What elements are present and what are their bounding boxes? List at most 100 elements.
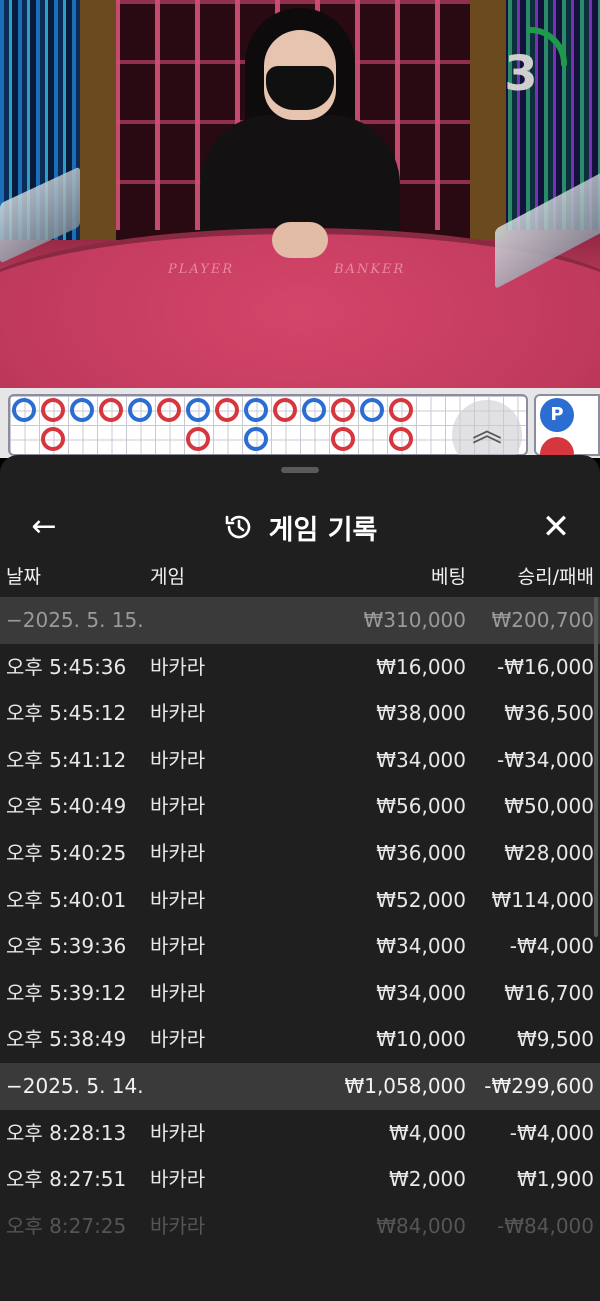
row-date: 오후 5:39:36 xyxy=(6,934,127,959)
player-bead xyxy=(360,398,384,422)
dealer-hands xyxy=(272,222,328,258)
row-bet: ₩16,000 xyxy=(376,654,466,679)
history-row[interactable]: 오후 8:28:13 바카라 ₩4,000 -₩4,000 xyxy=(0,1110,600,1157)
row-date: −2025. 5. 15. xyxy=(6,608,144,632)
sheet-title: 게임 기록 xyxy=(268,514,378,546)
row-bet: ₩34,000 xyxy=(376,934,466,959)
row-result: ₩9,500 xyxy=(516,1027,594,1052)
row-date: 오후 5:45:12 xyxy=(6,701,127,726)
row-result: -₩84,000 xyxy=(497,1213,594,1238)
row-bet: ₩52,000 xyxy=(376,887,466,912)
title-group: 게임 기록 xyxy=(0,507,600,547)
banker-bead xyxy=(389,398,413,422)
history-row[interactable]: 오후 5:38:49 바카라 ₩10,000 ₩9,500 xyxy=(0,1016,600,1063)
column-header-bet: 베팅 xyxy=(431,566,466,588)
row-date: 오후 5:40:49 xyxy=(6,794,127,819)
player-bead xyxy=(244,398,268,422)
column-header-date: 날짜 xyxy=(6,566,41,588)
player-prediction-button[interactable]: P xyxy=(540,398,574,432)
row-game: 바카라 xyxy=(150,1027,206,1052)
row-game: 바카라 xyxy=(150,840,206,865)
date-group-row[interactable]: −2025. 5. 14. ₩1,058,000 -₩299,600 xyxy=(0,1062,600,1110)
banker-bead xyxy=(331,427,355,451)
row-result: -₩4,000 xyxy=(509,1120,594,1145)
bead-road[interactable] xyxy=(8,394,528,456)
scrollbar[interactable] xyxy=(594,597,598,937)
player-bead xyxy=(128,398,152,422)
row-bet: ₩10,000 xyxy=(376,1027,466,1052)
row-result: -₩4,000 xyxy=(509,934,594,959)
row-result: -₩34,000 xyxy=(497,747,594,772)
close-button[interactable]: ✕ xyxy=(536,507,576,547)
row-game: 바카라 xyxy=(150,654,206,679)
player-bead xyxy=(12,398,36,422)
row-game: 바카라 xyxy=(150,980,206,1005)
history-row[interactable]: 오후 5:40:01 바카라 ₩52,000 ₩114,000 xyxy=(0,877,600,924)
row-game: 바카라 xyxy=(150,1120,206,1145)
row-date: 오후 8:27:25 xyxy=(6,1213,127,1238)
banker-bead xyxy=(215,398,239,422)
row-result: ₩36,500 xyxy=(504,701,594,726)
player-bead xyxy=(244,427,268,451)
row-result: -₩299,600 xyxy=(484,1073,594,1098)
row-date: 오후 5:38:49 xyxy=(6,1027,127,1052)
row-bet: ₩1,058,000 xyxy=(344,1073,466,1098)
column-header-game: 게임 xyxy=(150,566,185,588)
date-group-row[interactable]: −2025. 5. 15. ₩310,000 ₩200,700 xyxy=(0,597,600,644)
history-row[interactable]: 오후 8:27:25 바카라 ₩84,000 -₩84,000 xyxy=(0,1203,600,1250)
dealer-mask xyxy=(266,66,334,110)
row-date: 오후 5:40:25 xyxy=(6,840,127,865)
backdrop-frame-left xyxy=(80,0,116,240)
player-bead xyxy=(70,398,94,422)
live-video: PLAYER BANKER 3 xyxy=(0,0,600,388)
row-result: ₩1,900 xyxy=(516,1167,594,1192)
banker-bead xyxy=(41,398,65,422)
history-row[interactable]: 오후 8:27:51 바카라 ₩2,000 ₩1,900 xyxy=(0,1156,600,1203)
row-bet: ₩34,000 xyxy=(376,980,466,1005)
row-game: 바카라 xyxy=(150,887,206,912)
player-bead xyxy=(186,398,210,422)
row-game: 바카라 xyxy=(150,934,206,959)
row-date: 오후 5:40:01 xyxy=(6,887,127,912)
row-result: ₩200,700 xyxy=(491,608,594,632)
row-game: 바카라 xyxy=(150,701,206,726)
banker-bead xyxy=(186,427,210,451)
history-row[interactable]: 오후 5:40:49 바카라 ₩56,000 ₩50,000 xyxy=(0,783,600,830)
row-date: 오후 5:41:12 xyxy=(6,747,127,772)
history-row[interactable]: 오후 5:41:12 바카라 ₩34,000 -₩34,000 xyxy=(0,737,600,784)
row-bet: ₩34,000 xyxy=(376,747,466,772)
row-game: 바카라 xyxy=(150,1213,206,1238)
row-bet: ₩36,000 xyxy=(376,840,466,865)
banker-bead xyxy=(99,398,123,422)
table-label-banker: BANKER xyxy=(334,262,406,277)
row-date: 오후 5:45:36 xyxy=(6,654,127,679)
sheet-drag-handle[interactable] xyxy=(281,467,319,473)
sheet-header: ← 게임 기록 ✕ xyxy=(0,477,600,577)
history-row[interactable]: 오후 5:45:36 바카라 ₩16,000 -₩16,000 xyxy=(0,644,600,691)
banker-bead xyxy=(389,427,413,451)
row-bet: ₩310,000 xyxy=(363,608,466,632)
row-game: 바카라 xyxy=(150,794,206,819)
column-header-result: 승리/패배 xyxy=(517,566,594,588)
row-date: 오후 8:27:51 xyxy=(6,1167,127,1192)
game-history-sheet: ← 게임 기록 ✕ 날짜 게임 베팅 승리/패배 −2025. 5. 15. ₩3… xyxy=(0,455,600,1301)
row-date: −2025. 5. 14. xyxy=(6,1073,144,1098)
row-bet: ₩2,000 xyxy=(388,1167,466,1192)
history-row[interactable]: 오후 5:40:25 바카라 ₩36,000 ₩28,000 xyxy=(0,830,600,877)
banker-bead xyxy=(273,398,297,422)
row-result: ₩16,700 xyxy=(504,980,594,1005)
row-game: 바카라 xyxy=(150,1167,206,1192)
history-row[interactable]: 오후 5:39:12 바카라 ₩34,000 ₩16,700 xyxy=(0,970,600,1017)
row-date: 오후 8:28:13 xyxy=(6,1120,127,1145)
row-game: 바카라 xyxy=(150,747,206,772)
row-bet: ₩38,000 xyxy=(376,701,466,726)
banker-bead xyxy=(41,427,65,451)
history-row[interactable]: 오후 5:39:36 바카라 ₩34,000 -₩4,000 xyxy=(0,923,600,970)
row-result: ₩28,000 xyxy=(504,840,594,865)
row-result: ₩50,000 xyxy=(504,794,594,819)
row-bet: ₩84,000 xyxy=(376,1213,466,1238)
history-list[interactable]: −2025. 5. 15. ₩310,000 ₩200,700 오후 5:45:36 바… xyxy=(0,597,600,1249)
history-row[interactable]: 오후 5:45:12 바카라 ₩38,000 ₩36,500 xyxy=(0,690,600,737)
close-icon: ✕ xyxy=(541,507,571,547)
row-bet: ₩4,000 xyxy=(388,1120,466,1145)
